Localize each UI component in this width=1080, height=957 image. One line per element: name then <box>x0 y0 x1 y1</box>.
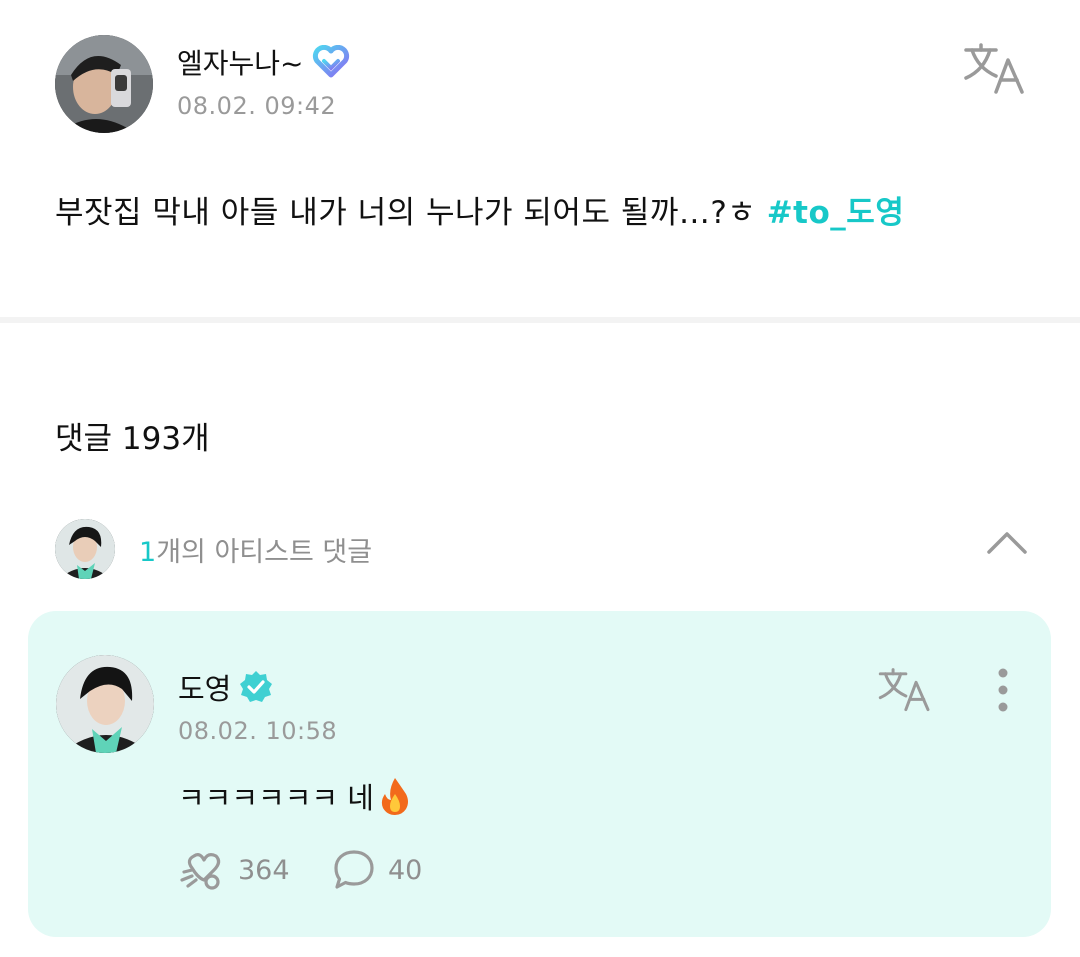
heart-badge-icon <box>312 44 350 79</box>
verified-check-icon <box>239 670 273 704</box>
reply-count: 40 <box>388 854 423 886</box>
comments-header: 댓글 193개 <box>55 421 210 457</box>
translate-icon <box>964 43 1024 94</box>
artist-name-row: 도영 <box>178 666 273 708</box>
post-hashtag[interactable]: #to_도영 <box>767 195 905 231</box>
like-icon <box>180 853 221 890</box>
post-author-name-row: 엘자누나~ <box>177 42 350 82</box>
post-body: 부잣집 막내 아들 내가 너의 누나가 되어도 될까…?ㅎ #to_도영 <box>55 187 904 232</box>
artist-comment-timestamp: 08.02. 10:58 <box>178 717 338 745</box>
artist-avatar[interactable] <box>56 655 154 753</box>
artist-comments-toggle[interactable]: 1개의 아티스트 댓글 <box>55 518 1035 580</box>
comment-translate-button[interactable] <box>876 667 934 713</box>
artist-mini-avatar <box>55 519 115 579</box>
more-vertical-icon <box>998 668 1008 712</box>
post-timestamp: 08.02. 09:42 <box>177 92 337 120</box>
comment-more-button[interactable] <box>988 665 1018 715</box>
comment-bubble-icon <box>334 850 374 889</box>
reply-button[interactable]: 40 <box>332 847 422 893</box>
like-count: 364 <box>238 854 290 886</box>
artist-comments-summary: 1개의 아티스트 댓글 <box>139 530 372 569</box>
post-author-avatar[interactable] <box>55 35 153 133</box>
translate-icon <box>878 668 930 712</box>
post-author-name[interactable]: 엘자누나~ <box>177 42 304 82</box>
translate-button[interactable] <box>962 42 1028 96</box>
section-divider <box>0 317 1080 323</box>
artist-comment-body: ㅋㅋㅋㅋㅋㅋ 네 <box>178 775 412 817</box>
like-button[interactable]: 364 <box>178 847 290 893</box>
fire-icon <box>378 776 412 816</box>
artist-comment-text: ㅋㅋㅋㅋㅋㅋ 네 <box>178 781 374 815</box>
artist-comment-card: 도영 08.02. 10:58 ㅋㅋㅋㅋㅋㅋ 네 364 40 <box>28 611 1051 937</box>
artist-name[interactable]: 도영 <box>178 666 231 708</box>
artist-comments-label: 개의 아티스트 댓글 <box>156 536 373 568</box>
artist-comments-count: 1 <box>139 536 157 568</box>
post-text: 부잣집 막내 아들 내가 너의 누나가 되어도 될까…?ㅎ <box>55 195 757 231</box>
chevron-up-icon[interactable] <box>985 528 1029 556</box>
